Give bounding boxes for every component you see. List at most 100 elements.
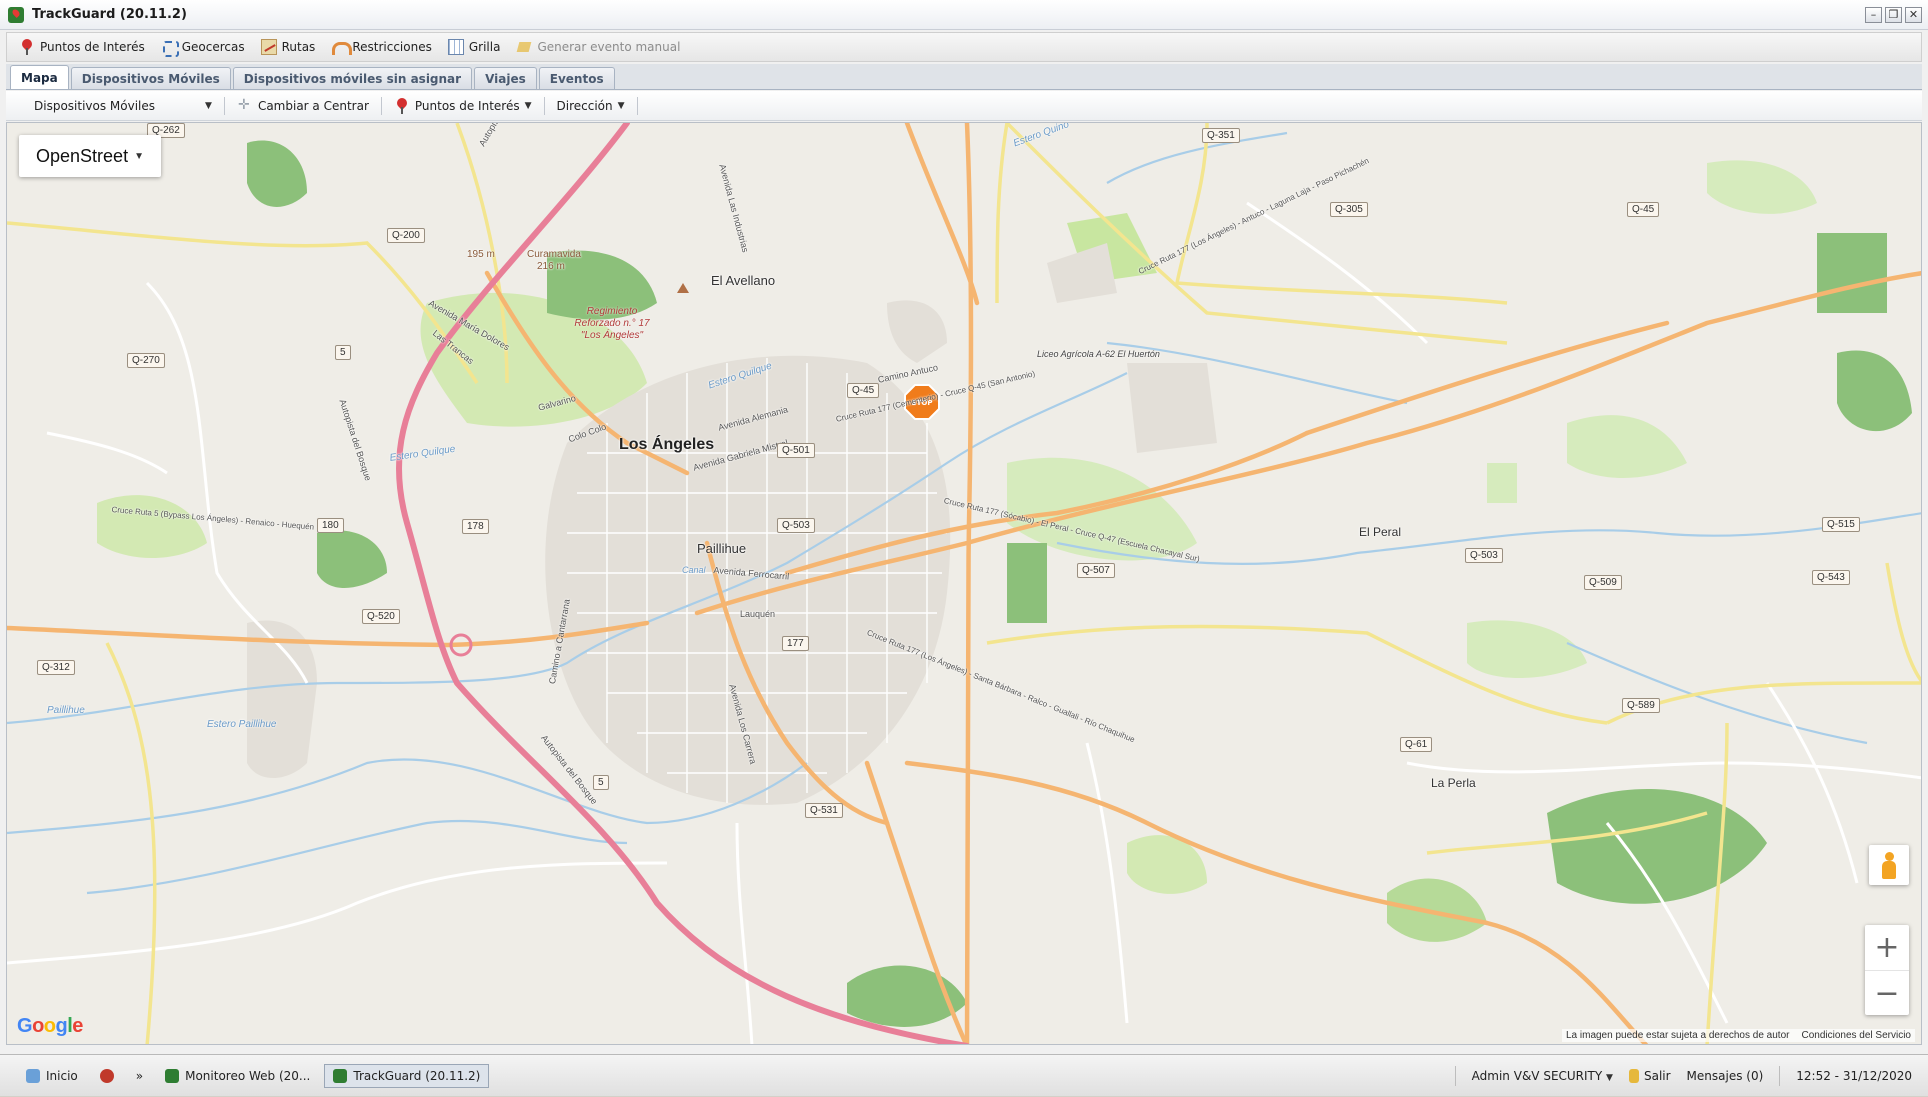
map-pin-icon [394, 98, 410, 114]
road-shield: Q-501 [777, 443, 815, 458]
map-vegetation [97, 140, 1912, 1027]
move-center-icon [237, 97, 253, 114]
map-label-curamavida: Curamavida [527, 249, 581, 260]
address-dropdown-label: Dirección [556, 98, 613, 113]
change-to-center-button[interactable]: Cambiar a Centrar [231, 96, 375, 116]
tray-divider [1779, 1066, 1781, 1086]
map-canvas[interactable]: STOP [7, 123, 1922, 1045]
logout-label: Salir [1643, 1069, 1671, 1083]
task-label: Monitoreo Web (20... [185, 1068, 311, 1083]
user-icon-button[interactable] [92, 1065, 122, 1087]
geofence-icon [161, 39, 179, 57]
map-label-curamavida-alt: 216 m [537, 261, 565, 272]
task-monitoreo-web[interactable]: Monitoreo Web (20... [157, 1065, 318, 1087]
road-shield: 180 [317, 518, 344, 533]
road-shield: Q-543 [1812, 570, 1850, 585]
restrictions-button[interactable]: Restricciones [325, 36, 438, 58]
event-icon [516, 39, 532, 55]
grid-button[interactable]: Grilla [442, 36, 507, 58]
road-shield: Q-520 [362, 609, 400, 624]
window-title: TrackGuard (20.11.2) [32, 7, 187, 22]
map-label-canal: Canal [682, 565, 706, 575]
road-shield: Q-61 [1400, 737, 1433, 752]
start-button[interactable]: Inicio [18, 1065, 86, 1087]
road-shield: Q-200 [387, 228, 425, 243]
tab-events[interactable]: Eventos [538, 67, 615, 89]
grid-label: Grilla [468, 40, 501, 54]
copyright-notice: La imagen puede estar sujeta a derechos … [1565, 1030, 1790, 1041]
road-shield: Q-305 [1330, 202, 1368, 217]
geofences-button[interactable]: Geocercas [155, 36, 251, 58]
restriction-icon [331, 39, 353, 55]
zoom-control: + − [1865, 925, 1909, 1015]
task-label: TrackGuard (20.11.2) [353, 1068, 481, 1083]
user-menu[interactable]: Admin V&V SECURITY ▼ [1472, 1069, 1613, 1083]
mobile-devices-dropdown[interactable]: Dispositivos Móviles ▼ [28, 97, 218, 115]
zoom-in-button[interactable]: + [1865, 925, 1909, 970]
logout-button[interactable]: Salir [1628, 1069, 1671, 1083]
restrictions-label: Restricciones [352, 40, 432, 54]
peak-icon [677, 283, 689, 293]
tab-unassigned-devices[interactable]: Dispositivos móviles sin asignar [232, 67, 473, 89]
more-tasks-button[interactable]: » [128, 1065, 151, 1087]
toolbar-separator [223, 96, 225, 115]
user-icon [99, 1068, 114, 1083]
map-attribution: La imagen puede estar sujeta a derechos … [1561, 1029, 1915, 1042]
close-button[interactable]: ✕ [1905, 7, 1922, 23]
map-label-liceo: Liceo Agrícola A-62 El Huertón [1037, 349, 1160, 359]
poi-dropdown[interactable]: Puntos de Interés ▼ [388, 96, 538, 116]
generate-event-button[interactable]: Generar evento manual [510, 36, 686, 58]
road-shield: Q-507 [1077, 563, 1115, 578]
road-shield: Q-270 [127, 353, 165, 368]
messages-button[interactable]: Mensajes (0) [1687, 1069, 1764, 1083]
map-toolbar: Dispositivos Móviles ▼ Cambiar a Centrar… [6, 91, 1922, 121]
road-shield: 5 [593, 775, 609, 790]
map-label-paillihue: Paillihue [697, 541, 747, 556]
map-label-lauquen: Lauquén [740, 609, 776, 619]
map-label-regimiento: Regimiento Reforzado n.° 17 "Los Ángeles… [574, 306, 650, 341]
map-type-selector[interactable]: OpenStreet ▼ [19, 135, 161, 177]
monitor-icon [165, 1068, 180, 1083]
terms-of-service-link[interactable]: Condiciones del Servicio [1801, 1030, 1911, 1041]
road-shield: Q-45 [1627, 202, 1660, 217]
start-label: Inicio [46, 1068, 78, 1083]
grid-icon [447, 39, 464, 55]
tab-mobile-devices[interactable]: Dispositivos Móviles [70, 67, 231, 89]
start-icon [26, 1068, 40, 1083]
map-label-elev-195: 195 m [467, 249, 495, 260]
road-shield: Q-312 [37, 660, 75, 675]
map-view[interactable]: STOP Los Ángeles El Avellano Paillihue El P… [6, 122, 1922, 1045]
points-of-interest-button[interactable]: Puntos de Interés [13, 36, 151, 58]
poi-dropdown-label: Puntos de Interés [414, 98, 520, 113]
taskbar: Inicio » Monitoreo Web (20... TrackGuard… [0, 1054, 1928, 1096]
map-pin-icon [19, 39, 35, 55]
chevron-down-icon: ▼ [524, 100, 532, 111]
system-tray: Admin V&V SECURITY ▼ Salir Mensajes (0) … [1454, 1055, 1912, 1097]
street-view-pegman-icon[interactable] [1869, 845, 1909, 885]
task-trackguard[interactable]: TrackGuard (20.11.2) [324, 1063, 490, 1088]
road-shield: Q-531 [805, 803, 843, 818]
change-to-center-label: Cambiar a Centrar [257, 98, 369, 113]
road-shield: 5 [335, 345, 351, 360]
toolbar-separator [380, 96, 382, 115]
maximize-button[interactable]: ❐ [1885, 7, 1902, 23]
generate-event-label: Generar evento manual [537, 40, 681, 54]
road-shield: Q-45 [847, 383, 880, 398]
zoom-out-button[interactable]: − [1865, 970, 1909, 1015]
tab-map[interactable]: Mapa [10, 65, 69, 89]
map-type-label: OpenStreet [36, 145, 129, 166]
tab-trips[interactable]: Viajes [474, 67, 537, 89]
road-shield: 178 [462, 519, 489, 534]
mobile-devices-label: Dispositivos Móviles [34, 98, 156, 113]
app-logo-icon [333, 1068, 348, 1083]
minimize-button[interactable]: – [1865, 7, 1882, 23]
toolbar-separator [636, 96, 638, 115]
map-label-city: Los Ángeles [619, 436, 715, 453]
routes-label: Rutas [281, 40, 316, 54]
geofences-label: Geocercas [181, 40, 245, 54]
map-label-el-peral: El Peral [1359, 525, 1402, 539]
chevron-down-icon: ▼ [205, 100, 212, 111]
app-window: TrackGuard (20.11.2) – ❐ ✕ Puntos de Int… [0, 0, 1928, 1096]
routes-button[interactable]: Rutas [255, 36, 322, 58]
address-dropdown[interactable]: Dirección ▼ [551, 97, 631, 115]
